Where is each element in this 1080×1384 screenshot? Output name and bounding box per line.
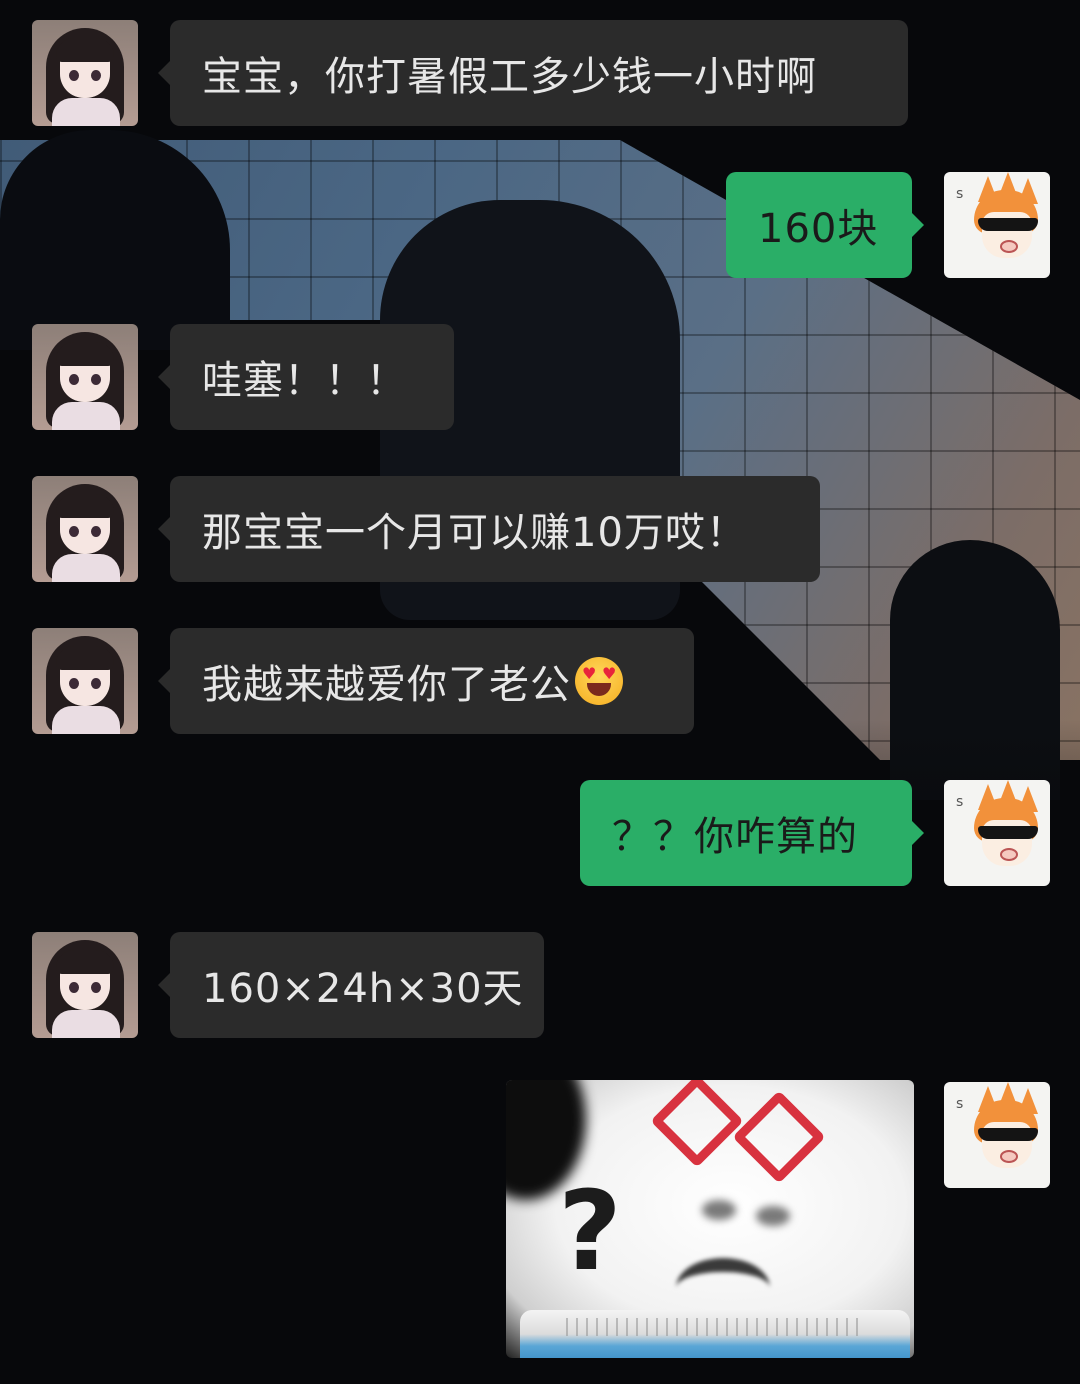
- red-bow-icon: [650, 1080, 744, 1168]
- message-text: 160块: [758, 206, 879, 252]
- received-message-bubble[interactable]: 160×24h×30天: [158, 932, 544, 1038]
- message-text: 160×24h×30天: [202, 966, 524, 1012]
- message-text: 哇塞！！！: [202, 358, 407, 404]
- question-mark-icon: ?: [558, 1167, 622, 1295]
- message-text: 我越来越爱你了老公: [202, 662, 571, 708]
- contact-avatar[interactable]: [32, 476, 138, 582]
- sent-message-bubble[interactable]: ？？你咋算的: [580, 780, 924, 886]
- message-text: 那宝宝一个月可以赚10万哎！: [202, 510, 747, 556]
- sticker-cup-ridges: [566, 1318, 866, 1336]
- heart-eyes-emoji-icon: ♥ ♥: [575, 657, 623, 705]
- my-avatar[interactable]: ꜱ: [944, 780, 1050, 886]
- contact-avatar[interactable]: [32, 932, 138, 1038]
- message-text: ？？你咋算的: [612, 814, 858, 860]
- received-message-bubble[interactable]: 哇塞！！！: [158, 324, 454, 430]
- contact-avatar[interactable]: [32, 324, 138, 430]
- sticker-eye: [756, 1206, 790, 1226]
- received-message-bubble[interactable]: 我越来越爱你了老公 ♥ ♥: [158, 628, 694, 734]
- message-text: 宝宝，你打暑假工多少钱一小时啊: [202, 54, 817, 100]
- sent-message-bubble[interactable]: 160块: [726, 172, 924, 278]
- my-avatar[interactable]: ꜱ: [944, 172, 1050, 278]
- sticker-eye: [702, 1200, 736, 1220]
- confused-question-mark-sticker[interactable]: ?: [506, 1080, 914, 1358]
- received-message-bubble[interactable]: 那宝宝一个月可以赚10万哎！: [158, 476, 820, 582]
- contact-avatar[interactable]: [32, 20, 138, 126]
- contact-avatar[interactable]: [32, 628, 138, 734]
- my-avatar[interactable]: ꜱ: [944, 1082, 1050, 1188]
- red-bow-icon: [732, 1090, 826, 1184]
- received-message-bubble[interactable]: 宝宝，你打暑假工多少钱一小时啊: [158, 20, 908, 126]
- sticker-mouth: [676, 1258, 770, 1318]
